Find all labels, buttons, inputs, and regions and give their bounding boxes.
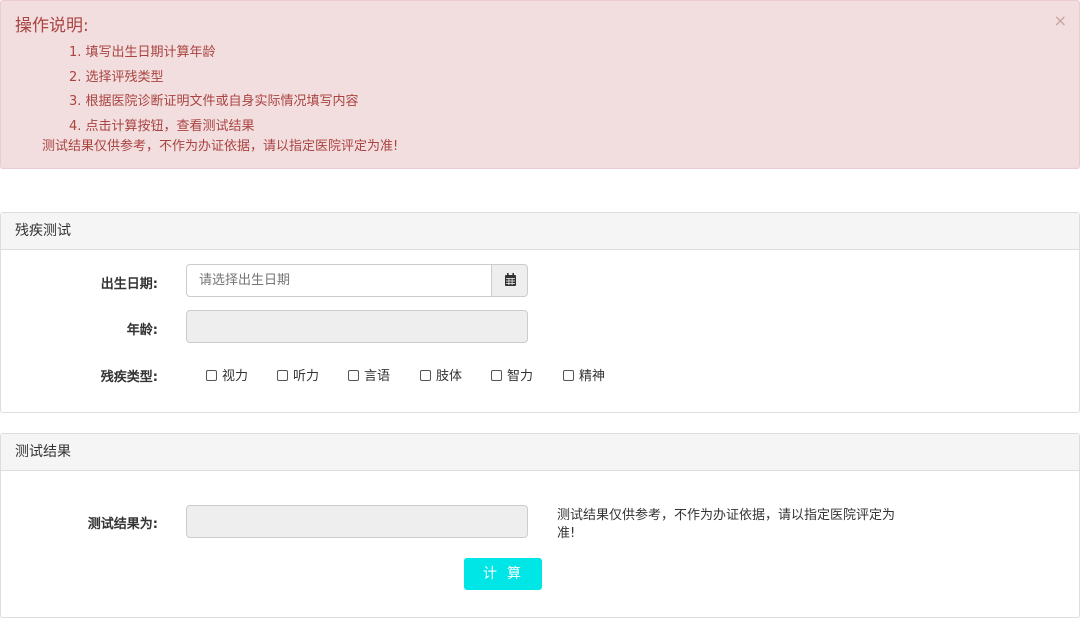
test-result-panel: 测试结果 测试结果为: 测试结果仅供参考，不作为办证依据，请以指定医院评定为准!… xyxy=(0,433,1080,618)
result-field xyxy=(186,505,528,538)
checkbox-icon[interactable] xyxy=(420,370,431,381)
checkbox-icon[interactable] xyxy=(348,370,359,381)
checkbox-label: 精神 xyxy=(579,369,606,384)
checkbox-label: 视力 xyxy=(222,369,249,384)
calendar-icon xyxy=(505,273,516,286)
instruction-step: 3. 根据医院诊断证明文件或自身实际情况填写内容 xyxy=(69,94,359,109)
disability-type-label: 残疾类型: xyxy=(100,370,158,385)
birth-date-input[interactable] xyxy=(186,264,492,297)
birth-date-group xyxy=(186,264,528,297)
calendar-button[interactable] xyxy=(491,264,528,297)
alert-disclaimer: 测试结果仅供参考，不作为办证依据，请以指定医院评定为准! xyxy=(42,139,399,154)
checkbox-icon[interactable] xyxy=(277,370,288,381)
birth-date-label: 出生日期: xyxy=(100,277,158,292)
checkbox-icon[interactable] xyxy=(491,370,502,381)
type-checkbox-limb[interactable]: 肢体 xyxy=(420,365,462,385)
checkbox-label: 智力 xyxy=(507,369,534,384)
calculate-button[interactable]: 计算 xyxy=(464,558,542,590)
result-label: 测试结果为: xyxy=(87,517,158,532)
checkbox-label: 言语 xyxy=(364,369,391,384)
type-checkbox-mental[interactable]: 精神 xyxy=(563,365,605,385)
panel-heading-test: 残疾测试 xyxy=(1,213,1079,250)
age-field xyxy=(186,310,528,343)
close-icon[interactable]: × xyxy=(1054,11,1067,30)
panel-heading-result: 测试结果 xyxy=(1,434,1079,471)
checkbox-icon[interactable] xyxy=(206,370,217,381)
alert-title: 操作说明: xyxy=(15,16,89,36)
instruction-step: 2. 选择评残类型 xyxy=(69,69,164,85)
type-checkbox-speech[interactable]: 言语 xyxy=(348,365,390,385)
checkbox-icon[interactable] xyxy=(563,370,574,381)
checkbox-label: 听力 xyxy=(293,369,320,384)
instructions-alert: 操作说明: × 1. 填写出生日期计算年龄 2. 选择评残类型 3. 根据医院诊… xyxy=(0,0,1080,169)
disability-test-panel: 残疾测试 出生日期: 年龄: 残疾类型: 视力 听力 言语 xyxy=(0,212,1080,413)
checkbox-label: 肢体 xyxy=(436,369,463,384)
age-label: 年龄: xyxy=(126,323,158,338)
type-checkbox-vision[interactable]: 视力 xyxy=(206,365,248,385)
type-checkbox-intellect[interactable]: 智力 xyxy=(491,365,533,385)
instruction-step: 1. 填写出生日期计算年龄 xyxy=(69,45,216,60)
instruction-list: 1. 填写出生日期计算年龄 2. 选择评残类型 3. 根据医院诊断证明文件或自身… xyxy=(69,41,359,139)
result-disclaimer: 测试结果仅供参考，不作为办证依据，请以指定医院评定为准! xyxy=(557,508,896,541)
type-checkbox-hearing[interactable]: 听力 xyxy=(277,365,319,385)
